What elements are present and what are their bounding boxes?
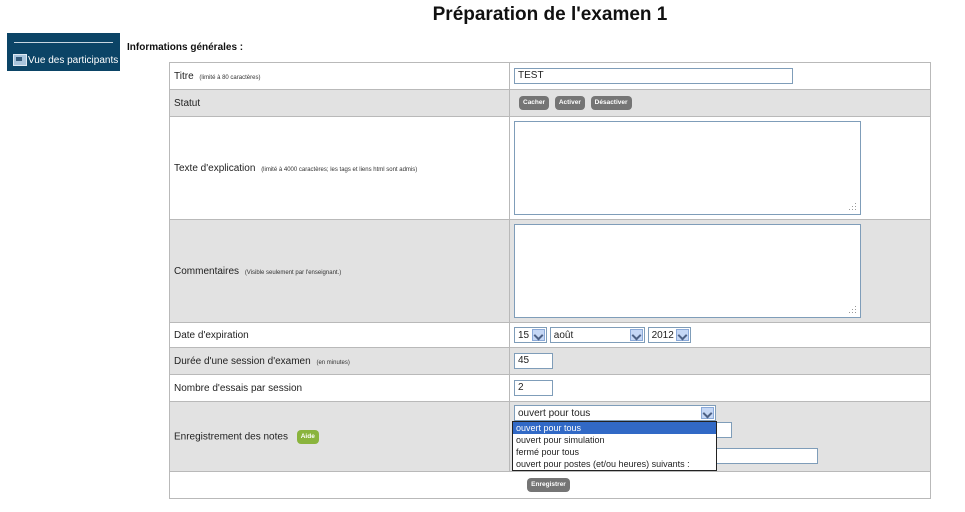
month-select[interactable]: août bbox=[549, 327, 645, 343]
notes-cell: Enregistrement des notes Aide bbox=[169, 401, 510, 472]
button-divider bbox=[14, 42, 113, 43]
date-value-cell: 15 août 2012 bbox=[509, 322, 931, 348]
duree-label: Durée d'une session d'examen bbox=[174, 355, 311, 367]
row-submit: Enregistrer bbox=[169, 471, 931, 499]
chevron-down-icon[interactable] bbox=[629, 329, 643, 341]
duree-value-cell: 45 bbox=[509, 347, 931, 375]
duree-hint: (en minutes) bbox=[316, 359, 350, 366]
resize-grip-icon[interactable] bbox=[849, 203, 857, 211]
texte-label: Texte d'explication bbox=[174, 162, 256, 174]
dropdown-option[interactable]: ouvert pour tous bbox=[513, 422, 716, 434]
hidden-input-2[interactable] bbox=[715, 448, 818, 464]
row-texte: Texte d'explication (limité à 4000 carac… bbox=[169, 116, 931, 220]
day-value: 15 bbox=[518, 330, 530, 341]
date-label: Date d'expiration bbox=[174, 329, 249, 341]
row-commentaires: Commentaires (Visible seulement par l'en… bbox=[169, 219, 931, 323]
hide-button[interactable]: Cacher bbox=[519, 96, 550, 110]
chevron-down-icon[interactable] bbox=[532, 329, 545, 341]
deactivate-button[interactable]: Désactiver bbox=[590, 96, 632, 110]
chevron-down-icon[interactable] bbox=[701, 407, 714, 419]
texte-value-cell bbox=[509, 116, 931, 220]
commentaires-hint: (Visible seulement par l'enseignant.) bbox=[244, 269, 342, 276]
row-statut: Statut Cacher Activer Désactiver bbox=[169, 89, 931, 117]
notes-select[interactable]: ouvert pour tous bbox=[514, 405, 716, 421]
essais-cell: Nombre d'essais par session bbox=[169, 374, 510, 402]
texte-textarea[interactable] bbox=[514, 121, 861, 215]
year-value: 2012 bbox=[651, 330, 674, 341]
date-cell: Date d'expiration bbox=[169, 322, 510, 348]
page-title: Préparation de l'examen 1 bbox=[432, 4, 668, 25]
chevron-down-icon[interactable] bbox=[675, 329, 689, 341]
titre-label: Titre bbox=[174, 70, 194, 82]
titre-cell: Titre (limité à 80 caractères) bbox=[169, 62, 510, 90]
submit-cell: Enregistrer bbox=[169, 471, 931, 499]
titre-input[interactable]: TEST bbox=[514, 68, 793, 84]
commentaires-label: Commentaires bbox=[174, 265, 240, 277]
participants-view-label: Vue des participants bbox=[28, 55, 119, 66]
participants-icon bbox=[13, 54, 27, 66]
year-select[interactable]: 2012 bbox=[647, 327, 691, 343]
notes-dropdown-list: ouvert pour tous ouvert pour simulation … bbox=[512, 421, 717, 471]
row-titre: Titre (limité à 80 caractères) TEST bbox=[169, 62, 931, 90]
essais-input[interactable]: 2 bbox=[514, 380, 553, 396]
essais-label: Nombre d'essais par session bbox=[174, 382, 303, 394]
essais-value-cell: 2 bbox=[509, 374, 931, 402]
row-duree: Durée d'une session d'examen (en minutes… bbox=[169, 347, 931, 375]
duree-cell: Durée d'une session d'examen (en minutes… bbox=[169, 347, 510, 375]
participants-view-button[interactable]: Vue des participants bbox=[7, 33, 120, 71]
row-essais: Nombre d'essais par session 2 bbox=[169, 374, 931, 402]
texte-hint: (limité à 4000 caractères; les tags et l… bbox=[261, 166, 418, 173]
statut-label: Statut bbox=[174, 97, 201, 109]
dropdown-option[interactable]: ouvert pour simulation bbox=[513, 434, 716, 446]
row-date: Date d'expiration 15 août 2012 bbox=[169, 322, 931, 348]
commentaires-cell: Commentaires (Visible seulement par l'en… bbox=[169, 219, 510, 323]
day-select[interactable]: 15 bbox=[514, 327, 547, 343]
duree-input[interactable]: 45 bbox=[514, 353, 553, 369]
save-button[interactable]: Enregistrer bbox=[527, 478, 570, 492]
resize-grip-icon[interactable] bbox=[849, 306, 857, 314]
commentaires-value-cell bbox=[509, 219, 931, 323]
help-button[interactable]: Aide bbox=[296, 429, 319, 444]
notes-label: Enregistrement des notes bbox=[174, 431, 288, 443]
activate-button[interactable]: Activer bbox=[554, 96, 585, 110]
titre-hint: (limité à 80 caractères) bbox=[199, 74, 261, 81]
statut-buttons-cell: Cacher Activer Désactiver bbox=[509, 89, 931, 117]
notes-selected-value: ouvert pour tous bbox=[518, 408, 591, 419]
texte-cell: Texte d'explication (limité à 4000 carac… bbox=[169, 116, 510, 220]
titre-value-cell: TEST bbox=[509, 62, 931, 90]
month-value: août bbox=[553, 330, 574, 341]
dropdown-option[interactable]: ouvert pour postes (et/ou heures) suivan… bbox=[513, 458, 716, 470]
dropdown-option[interactable]: fermé pour tous bbox=[513, 446, 716, 458]
commentaires-textarea[interactable] bbox=[514, 224, 861, 318]
statut-cell: Statut bbox=[169, 89, 510, 117]
section-title: Informations générales : bbox=[127, 42, 244, 53]
